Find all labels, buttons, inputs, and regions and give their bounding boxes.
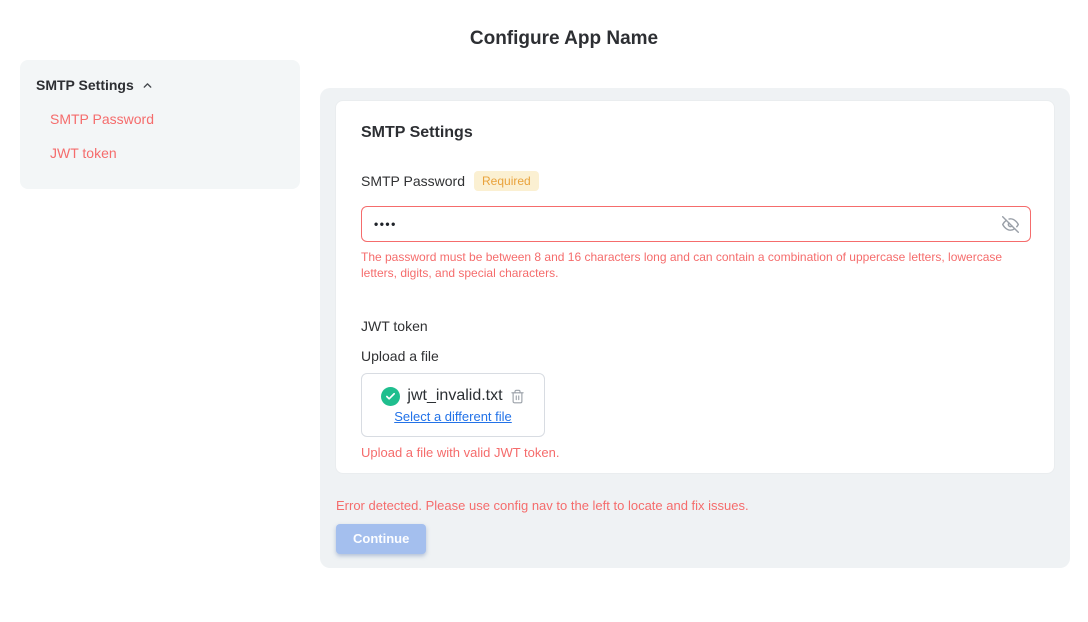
jwt-token-error: Upload a file with valid JWT token. [361, 445, 1029, 460]
config-panel: SMTP Settings SMTP Password Required The… [320, 88, 1070, 568]
jwt-token-label: JWT token [361, 318, 1029, 334]
config-nav-sidebar: SMTP Settings SMTP Password JWT token [20, 60, 300, 189]
page-title: Configure App Name [40, 28, 1088, 50]
smtp-settings-card: SMTP Settings SMTP Password Required The… [335, 100, 1055, 474]
continue-button[interactable]: Continue [336, 524, 426, 554]
card-heading: SMTP Settings [361, 124, 1029, 142]
required-badge: Required [474, 171, 539, 191]
sidebar-section-label: SMTP Settings [36, 77, 134, 93]
file-upload-box: jwt_invalid.txt Select a different file [361, 373, 545, 437]
uploaded-file-row: jwt_invalid.txt [381, 387, 524, 406]
smtp-password-input[interactable] [374, 217, 1002, 231]
eye-off-icon[interactable] [1002, 216, 1019, 233]
sidebar-section-smtp-settings[interactable]: SMTP Settings [36, 77, 284, 93]
sidebar-item-jwt-token[interactable]: JWT token [36, 145, 284, 161]
trash-icon[interactable] [510, 388, 525, 405]
sidebar-item-smtp-password[interactable]: SMTP Password [36, 111, 284, 127]
upload-file-label: Upload a file [361, 348, 1029, 364]
smtp-password-label-row: SMTP Password Required [361, 171, 1029, 191]
chevron-up-icon [141, 79, 154, 92]
check-circle-icon [381, 387, 400, 406]
select-different-file-link[interactable]: Select a different file [394, 409, 512, 424]
smtp-password-label: SMTP Password [361, 173, 465, 189]
smtp-password-error: The password must be between 8 and 16 ch… [361, 249, 1026, 281]
uploaded-file-name: jwt_invalid.txt [407, 387, 502, 405]
smtp-password-input-wrap [361, 206, 1031, 242]
form-error-message: Error detected. Please use config nav to… [336, 498, 1055, 513]
